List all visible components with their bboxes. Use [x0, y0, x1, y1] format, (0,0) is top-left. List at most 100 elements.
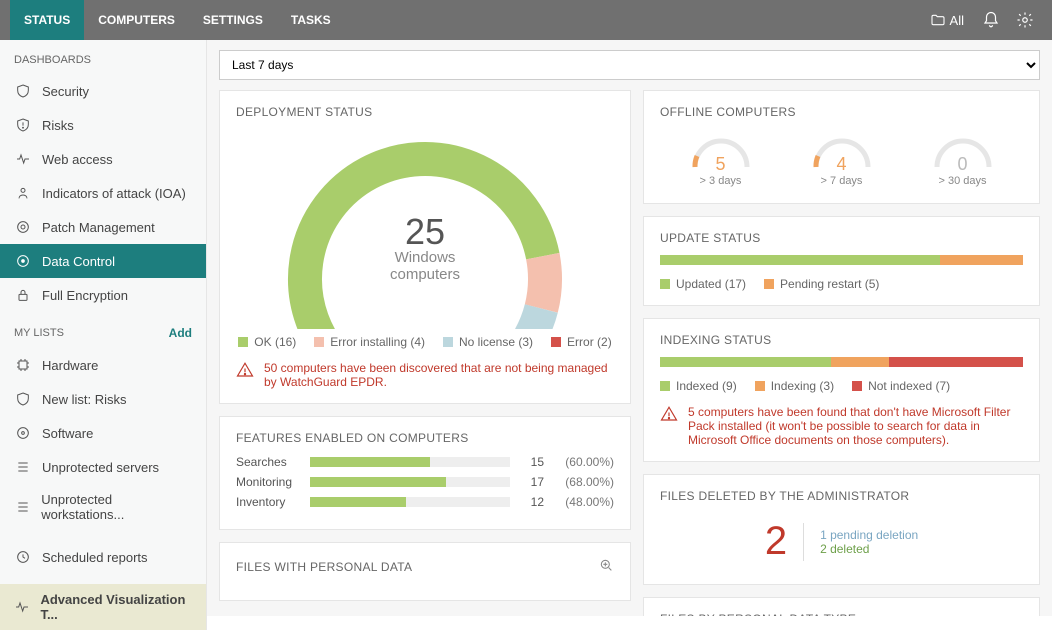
filter-all-label: All — [950, 13, 964, 28]
deployment-donut[interactable]: 25 Windows computers — [275, 129, 575, 329]
sidebar-item-patch[interactable]: Patch Management — [0, 210, 206, 244]
legend-item[interactable]: Error installing (4) — [314, 335, 425, 349]
gear-icon — [1016, 11, 1034, 29]
sidebar-item-unprotected-servers[interactable]: Unprotected servers — [0, 450, 206, 484]
bell-icon — [982, 11, 1000, 29]
sidebar-item-label: Software — [42, 426, 93, 441]
legend-item[interactable]: Error (2) — [551, 335, 612, 349]
warning-icon — [660, 405, 678, 423]
legend-item[interactable]: OK (16) — [238, 335, 296, 349]
disc-icon — [14, 424, 32, 442]
sidebar: DASHBOARDS Security Risks Web access Ind… — [0, 40, 207, 630]
panel-title: FILES DELETED BY THE ADMINISTRATOR — [660, 489, 1023, 503]
panel-title: DEPLOYMENT STATUS — [236, 105, 614, 119]
list-icon — [14, 458, 32, 476]
notifications-button[interactable] — [974, 0, 1008, 40]
sidebar-item-label: Unprotected servers — [42, 460, 159, 475]
sidebar-item-webaccess[interactable]: Web access — [0, 142, 206, 176]
legend-item[interactable]: Not indexed (7) — [852, 379, 950, 393]
sidebar-item-scheduled-reports[interactable]: Scheduled reports — [0, 540, 206, 574]
patch-icon — [14, 218, 32, 236]
feature-row[interactable]: Inventory 12(48.00%) — [236, 495, 614, 509]
sidebar-item-label: New list: Risks — [42, 392, 127, 407]
sidebar-item-label: Risks — [42, 118, 74, 133]
clock-icon — [14, 548, 32, 566]
sidebar-item-advanced-viz[interactable]: Advanced Visualization T... — [0, 584, 206, 630]
filter-all-button[interactable]: All — [920, 12, 974, 28]
tab-computers[interactable]: COMPUTERS — [84, 0, 189, 40]
panel-offline: OFFLINE COMPUTERS 5 > 3 days 4 > 7 days — [643, 90, 1040, 204]
mylists-header: MY LISTS Add — [0, 312, 206, 348]
offline-gauge[interactable]: 0 > 30 days — [931, 131, 995, 187]
sidebar-item-risks[interactable]: Risks — [0, 108, 206, 142]
deleted-link[interactable]: 2 deleted — [820, 542, 918, 556]
deployment-legend: OK (16) Error installing (4) No license … — [238, 335, 611, 349]
panel-deployment-status: DEPLOYMENT STATUS — [219, 90, 631, 404]
legend-item[interactable]: Indexed (9) — [660, 379, 737, 393]
feature-row[interactable]: Monitoring 17(68.00%) — [236, 475, 614, 489]
panel-title: FEATURES ENABLED ON COMPUTERS — [236, 431, 614, 445]
panel-title: FILES WITH PERSONAL DATA — [236, 557, 614, 576]
list-icon — [14, 498, 31, 516]
folder-icon — [930, 12, 946, 28]
pending-deletion-link[interactable]: 1 pending deletion — [820, 528, 918, 542]
content: Last 7 days DEPLOYMENT STATUS — [207, 40, 1052, 616]
donut-total: 25 — [275, 215, 575, 249]
legend-item[interactable]: Indexing (3) — [755, 379, 834, 393]
panel-title: UPDATE STATUS — [660, 231, 1023, 245]
time-filter: Last 7 days — [219, 50, 1040, 80]
sidebar-item-label: Indicators of attack (IOA) — [42, 186, 186, 201]
shield-icon — [14, 390, 32, 408]
sidebar-item-label: Data Control — [42, 254, 115, 269]
sidebar-item-ioa[interactable]: Indicators of attack (IOA) — [0, 176, 206, 210]
indexing-bar[interactable] — [660, 357, 1023, 367]
sidebar-item-software[interactable]: Software — [0, 416, 206, 450]
sidebar-item-datacontrol[interactable]: Data Control — [0, 244, 206, 278]
panel-title: INDEXING STATUS — [660, 333, 1023, 347]
dashboards-header: DASHBOARDS — [0, 40, 206, 74]
indexing-warning[interactable]: 5 computers have been found that don't h… — [660, 405, 1023, 447]
add-list-button[interactable]: Add — [169, 326, 192, 340]
sidebar-item-label: Web access — [42, 152, 113, 167]
update-legend: Updated (17) Pending restart (5) — [660, 277, 1023, 291]
settings-button[interactable] — [1008, 0, 1042, 40]
panel-update-status: UPDATE STATUS Updated (17) Pending restar… — [643, 216, 1040, 306]
pulse-icon — [14, 598, 30, 616]
offline-gauge[interactable]: 4 > 7 days — [810, 131, 874, 187]
chip-icon — [14, 356, 32, 374]
sidebar-item-encryption[interactable]: Full Encryption — [0, 278, 206, 312]
tab-status[interactable]: STATUS — [10, 0, 84, 40]
target-icon — [14, 252, 32, 270]
expand-icon[interactable] — [598, 557, 614, 576]
alert-shield-icon — [14, 116, 32, 134]
legend-item[interactable]: Pending restart (5) — [764, 277, 879, 291]
sidebar-item-label: Scheduled reports — [42, 550, 148, 565]
warning-icon — [236, 361, 254, 379]
offline-gauge[interactable]: 5 > 3 days — [689, 131, 753, 187]
time-filter-select[interactable]: Last 7 days — [219, 50, 1040, 80]
sidebar-item-security[interactable]: Security — [0, 74, 206, 108]
update-bar[interactable] — [660, 255, 1023, 265]
deleted-count[interactable]: 2 — [765, 519, 787, 564]
deployment-warning[interactable]: 50 computers have been discovered that a… — [236, 361, 614, 389]
sidebar-item-hardware[interactable]: Hardware — [0, 348, 206, 382]
panel-files-deleted: FILES DELETED BY THE ADMINISTRATOR 2 1 p… — [643, 474, 1040, 585]
panel-indexing-status: INDEXING STATUS Indexed (9) Indexing (3) N… — [643, 318, 1040, 462]
sidebar-item-label: Unprotected workstations... — [41, 492, 192, 522]
sidebar-item-unprotected-workstations[interactable]: Unprotected workstations... — [0, 484, 206, 530]
sidebar-item-label: Patch Management — [42, 220, 155, 235]
shield-icon — [14, 82, 32, 100]
tab-settings[interactable]: SETTINGS — [189, 0, 277, 40]
feature-row[interactable]: Searches 15(60.00%) — [236, 455, 614, 469]
sidebar-item-label: Advanced Visualization T... — [40, 592, 192, 622]
sidebar-item-newlist-risks[interactable]: New list: Risks — [0, 382, 206, 416]
legend-item[interactable]: No license (3) — [443, 335, 533, 349]
activity-icon — [14, 150, 32, 168]
sidebar-item-label: Security — [42, 84, 89, 99]
tab-tasks[interactable]: TASKS — [277, 0, 345, 40]
sidebar-item-label: Full Encryption — [42, 288, 128, 303]
legend-item[interactable]: Updated (17) — [660, 277, 746, 291]
lock-icon — [14, 286, 32, 304]
panel-features: FEATURES ENABLED ON COMPUTERS Searches 1… — [219, 416, 631, 530]
sidebar-item-label: Hardware — [42, 358, 98, 373]
